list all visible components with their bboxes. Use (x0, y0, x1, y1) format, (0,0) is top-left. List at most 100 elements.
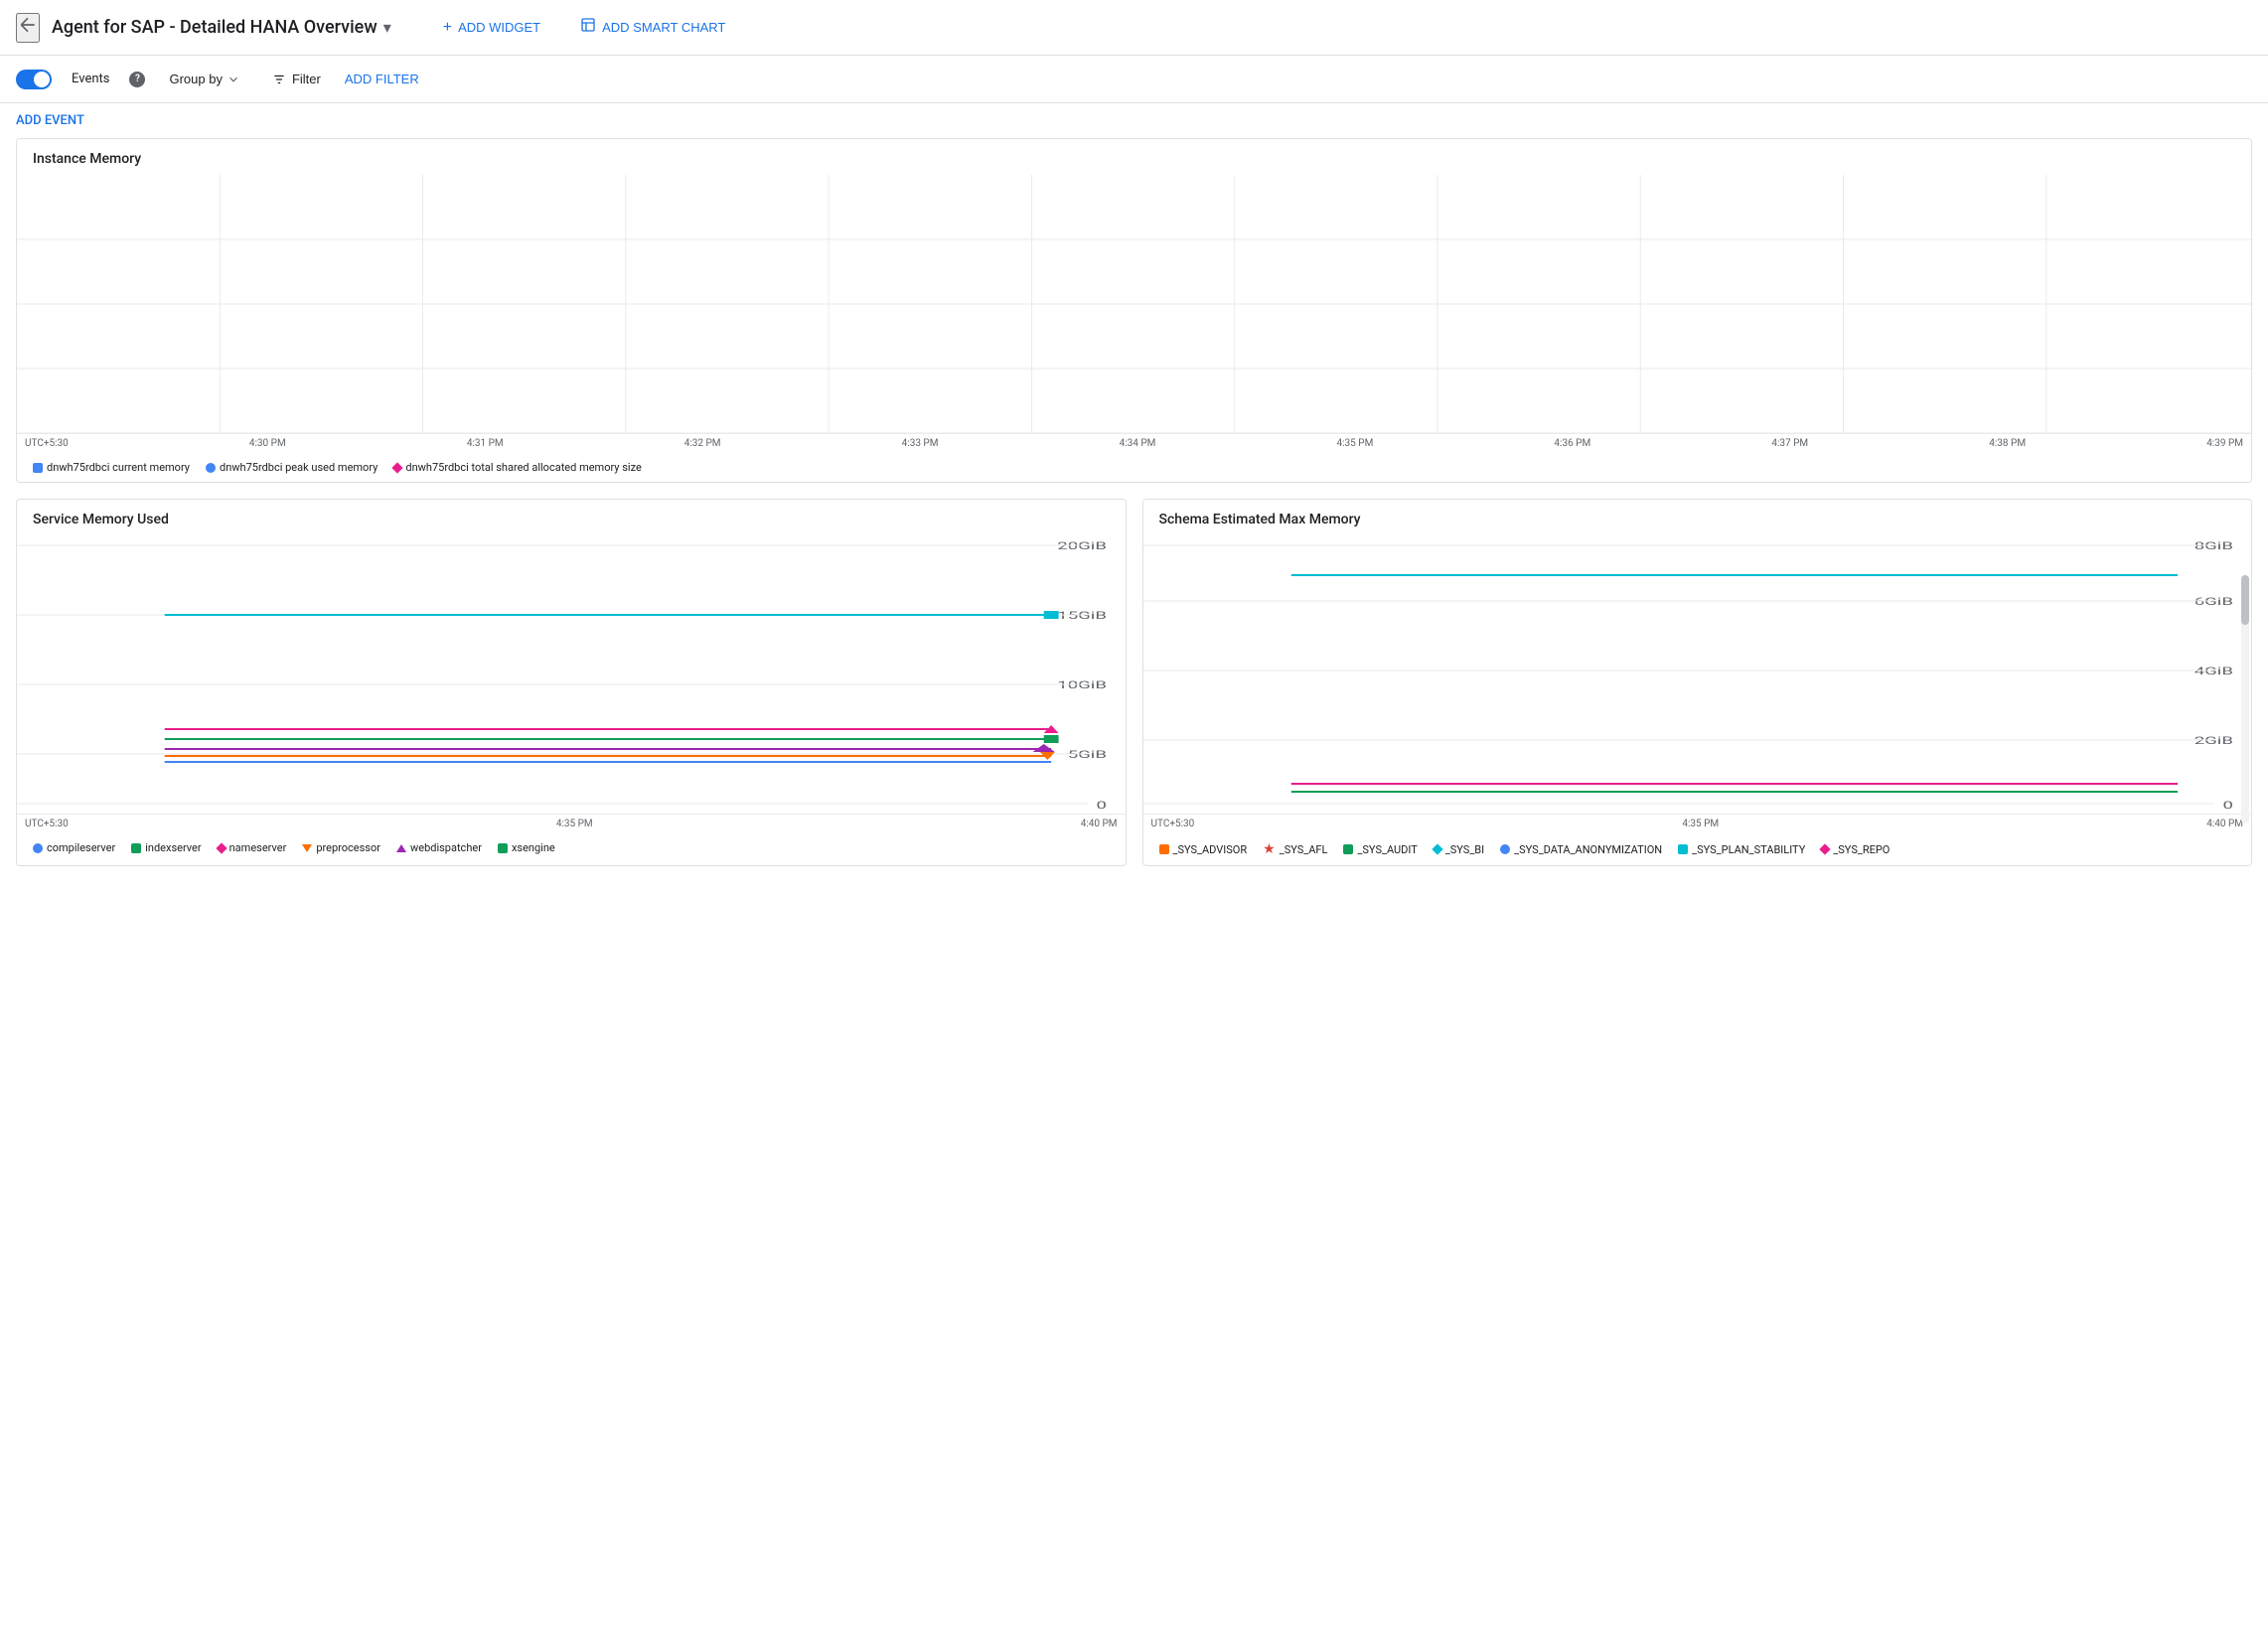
toggle-slider (16, 70, 52, 89)
service-memory-svg: 20GiB 15GiB 10GiB 5GiB 0 (17, 535, 1126, 814)
legend-peak-memory: dnwh75rdbci peak used memory (206, 461, 378, 474)
header-actions: + ADD WIDGET ADD SMART CHART (431, 11, 738, 44)
service-memory-canvas: 20GiB 15GiB 10GiB 5GiB 0 (17, 535, 1126, 814)
x-label-8: 4:37 PM (1771, 438, 1808, 449)
preprocessor-icon (302, 844, 312, 852)
legend-shared-memory: dnwh75rdbci total shared allocated memor… (393, 461, 641, 474)
filter-label: Filter (292, 72, 321, 86)
schema-memory-chart: Schema Estimated Max Memory 8GiB 6GiB 4G… (1142, 499, 2253, 866)
service-memory-x-axis: UTC+5:30 4:35 PM 4:40 PM (17, 814, 1126, 833)
service-memory-title: Service Memory Used (17, 512, 1126, 535)
service-memory-legend: compileserver indexserver nameserver pre… (17, 833, 1126, 862)
group-by-button[interactable]: Group by (161, 68, 247, 90)
legend-nameserver: nameserver (218, 841, 287, 854)
x-label-utc: UTC+5:30 (25, 819, 69, 829)
sys-bi-icon (1432, 843, 1442, 854)
legend-xsengine: xsengine (498, 841, 555, 854)
legend-compileserver: compileserver (33, 841, 115, 854)
title-dropdown-icon[interactable]: ▾ (383, 18, 391, 37)
instance-memory-chart: Instance Memory UTC+5 (16, 138, 2252, 483)
legend-sys-repo: _SYS_REPO (1821, 841, 1890, 857)
svg-text:2GiB: 2GiB (2193, 735, 2232, 747)
legend-peak-memory-icon (206, 463, 216, 473)
legend-preprocessor: preprocessor (302, 841, 380, 854)
schema-memory-title: Schema Estimated Max Memory (1143, 512, 2252, 535)
svg-text:15GiB: 15GiB (1057, 610, 1107, 622)
sys-plan-stability-icon (1678, 844, 1688, 854)
legend-current-memory: dnwh75rdbci current memory (33, 461, 190, 474)
events-toggle[interactable] (16, 70, 52, 89)
add-event-link[interactable]: ADD EVENT (16, 113, 84, 128)
bottom-charts-row: Service Memory Used 20GiB 15GiB 10GiB 5G… (16, 499, 2252, 866)
legend-peak-memory-label: dnwh75rdbci peak used memory (220, 461, 378, 474)
chart-scrollbar[interactable] (2241, 545, 2249, 794)
legend-current-memory-icon (33, 463, 43, 473)
service-memory-chart: Service Memory Used 20GiB 15GiB 10GiB 5G… (16, 499, 1127, 866)
legend-sys-audit: _SYS_AUDIT (1343, 841, 1417, 857)
compileserver-label: compileserver (47, 841, 115, 854)
legend-sys-afl: ★ _SYS_AFL (1263, 841, 1327, 857)
toolbar: Events ? Group by Filter ADD FILTER (0, 56, 2268, 103)
events-info-icon[interactable]: ? (129, 72, 145, 87)
sys-data-anon-label: _SYS_DATA_ANONYMIZATION (1514, 843, 1662, 856)
legend-sys-bi: _SYS_BI (1434, 841, 1484, 857)
instance-memory-title: Instance Memory (17, 151, 2251, 175)
sys-advisor-icon (1159, 844, 1169, 854)
add-filter-button[interactable]: ADD FILTER (345, 72, 419, 86)
nameserver-icon (216, 842, 227, 853)
svg-text:6GiB: 6GiB (2193, 596, 2232, 608)
legend-shared-memory-label: dnwh75rdbci total shared allocated memor… (405, 461, 641, 474)
x-label-0: UTC+5:30 (25, 438, 69, 449)
instance-memory-svg (17, 175, 2251, 433)
x-label-1: 4:30 PM (249, 438, 286, 449)
schema-memory-svg: 8GiB 6GiB 4GiB 2GiB 0 (1143, 535, 2252, 814)
instance-memory-canvas (17, 175, 2251, 433)
legend-indexserver: indexserver (131, 841, 201, 854)
x-label-7: 4:36 PM (1554, 438, 1590, 449)
sys-plan-stability-label: _SYS_PLAN_STABILITY (1692, 843, 1805, 856)
legend-sys-data-anon: _SYS_DATA_ANONYMIZATION (1500, 841, 1662, 857)
add-widget-button[interactable]: + ADD WIDGET (431, 11, 552, 44)
header: Agent for SAP - Detailed HANA Overview ▾… (0, 0, 2268, 56)
scrollbar-thumb[interactable] (2241, 575, 2249, 625)
x-label-3: 4:32 PM (684, 438, 721, 449)
xsengine-icon (498, 843, 508, 853)
svg-text:10GiB: 10GiB (1057, 679, 1107, 691)
schema-memory-canvas: 8GiB 6GiB 4GiB 2GiB 0 (1143, 535, 2252, 814)
sys-data-anon-icon (1500, 844, 1510, 854)
x-label-5: 4:34 PM (1120, 438, 1156, 449)
add-smart-chart-button[interactable]: ADD SMART CHART (568, 11, 737, 44)
schema-memory-legend: _SYS_ADVISOR ★ _SYS_AFL _SYS_AUDIT _SYS_… (1143, 833, 2252, 865)
xsengine-label: xsengine (512, 841, 555, 854)
nameserver-label: nameserver (229, 841, 287, 854)
x-label-4: 4:33 PM (902, 438, 939, 449)
instance-memory-legend: dnwh75rdbci current memory dnwh75rdbci p… (17, 453, 2251, 482)
group-by-dropdown-icon (227, 73, 240, 86)
back-button[interactable] (16, 13, 40, 43)
legend-shared-memory-icon (392, 462, 403, 473)
svg-text:20GiB: 20GiB (1057, 540, 1107, 552)
filter-button[interactable]: Filter (264, 68, 329, 90)
sys-afl-label: _SYS_AFL (1280, 843, 1328, 856)
sys-advisor-label: _SYS_ADVISOR (1173, 843, 1248, 856)
webdispatcher-icon (396, 844, 406, 852)
sys-repo-icon (1820, 843, 1831, 854)
sys-bi-label: _SYS_BI (1445, 843, 1484, 856)
x-label-6: 4:35 PM (1337, 438, 1374, 449)
svg-text:5GiB: 5GiB (1068, 749, 1107, 761)
x-label-440: 4:40 PM (1081, 819, 1118, 829)
preprocessor-label: preprocessor (316, 841, 380, 854)
x-label-9: 4:38 PM (1989, 438, 2026, 449)
group-by-label: Group by (169, 72, 222, 86)
legend-webdispatcher: webdispatcher (396, 841, 482, 854)
indexserver-icon (131, 843, 141, 853)
svg-text:0: 0 (2222, 800, 2232, 812)
sys-repo-label: _SYS_REPO (1833, 843, 1890, 856)
page-title: Agent for SAP - Detailed HANA Overview (52, 17, 378, 38)
scrollbar-track (2241, 575, 2249, 824)
add-widget-icon: + (443, 19, 452, 37)
sys-audit-icon (1343, 844, 1353, 854)
events-label: Events (72, 72, 109, 86)
svg-text:8GiB: 8GiB (2193, 540, 2232, 552)
webdispatcher-label: webdispatcher (410, 841, 482, 854)
